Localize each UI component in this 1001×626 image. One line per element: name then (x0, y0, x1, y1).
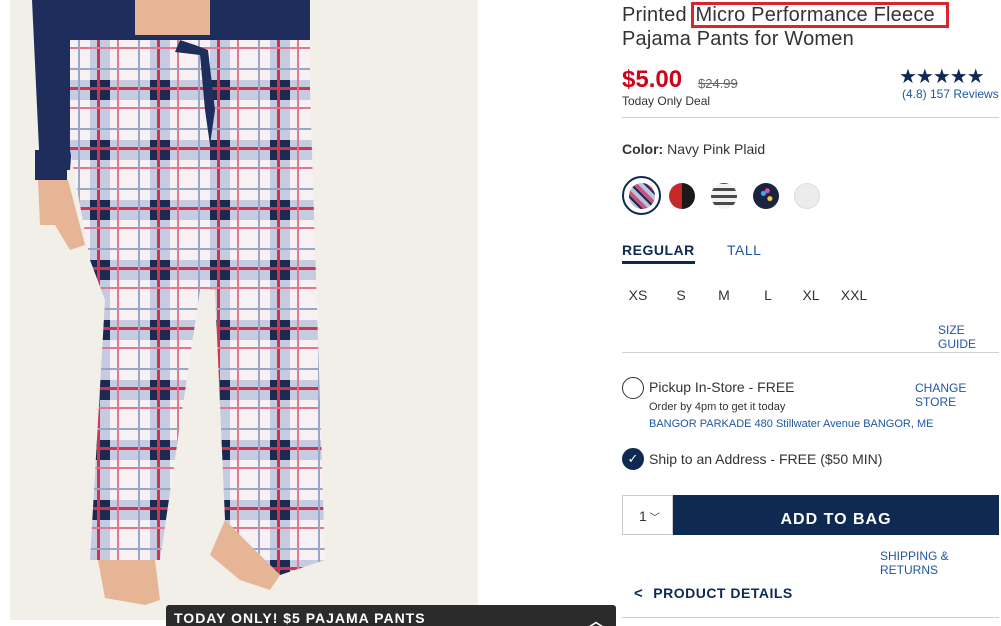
size-option-xl[interactable]: XL (796, 287, 826, 303)
add-to-bag-button[interactable]: ADD TO BAG (673, 495, 999, 535)
chevron-up-icon[interactable]: ︿ (589, 611, 604, 626)
pickup-label[interactable]: Pickup In-Store - FREE (649, 379, 795, 395)
product-title-line2: Pajama Pants for Women (622, 28, 854, 50)
product-image[interactable] (10, 0, 478, 620)
pajama-model-illustration (10, 0, 478, 620)
swatch-white-snow[interactable] (794, 183, 820, 209)
color-selection: Color: Navy Pink Plaid (622, 141, 765, 157)
swatch-fair-isle[interactable] (711, 183, 737, 209)
swatch-navy-pink-plaid[interactable] (629, 183, 655, 209)
color-value: Navy Pink Plaid (667, 141, 766, 157)
promo-text: TODAY ONLY! $5 PAJAMA PANTS (174, 610, 426, 626)
promo-bar[interactable]: TODAY ONLY! $5 PAJAMA PANTS ︿ (166, 605, 616, 626)
color-label: Color: (622, 141, 664, 157)
size-option-l[interactable]: L (753, 287, 783, 303)
size-option-m[interactable]: M (709, 287, 739, 303)
size-guide-link[interactable]: SIZE GUIDE (938, 323, 1001, 351)
tab-tall[interactable]: TALL (727, 242, 761, 258)
swatch-navy-dots[interactable] (753, 183, 779, 209)
product-details-toggle[interactable]: < PRODUCT DETAILS (634, 585, 793, 602)
shipping-returns-link[interactable]: SHIPPING & RETURNS (880, 549, 1001, 577)
sale-price: $5.00 (622, 66, 683, 93)
title-prefix: Printed (622, 4, 693, 26)
ship-radio-checked[interactable]: ✓ (622, 448, 644, 470)
divider (622, 617, 999, 618)
quantity-select[interactable]: 1 ﹀ (622, 495, 673, 535)
deal-text: Today Only Deal (622, 94, 711, 108)
divider (622, 117, 999, 118)
divider (622, 352, 999, 353)
chevron-left-icon: < (634, 585, 644, 602)
product-title-line1: Printed Micro Performance Fleece (622, 2, 949, 28)
tab-regular[interactable]: REGULAR (622, 242, 695, 264)
rating-stars-icon[interactable]: ★★★★★ (899, 64, 985, 89)
order-by-text: Order by 4pm to get it today (649, 401, 786, 413)
size-option-s[interactable]: S (666, 287, 696, 303)
product-details-label: PRODUCT DETAILS (653, 585, 793, 601)
reviews-link[interactable]: (4.8) 157 Reviews (902, 87, 999, 101)
original-price: $24.99 (698, 76, 738, 91)
pickup-radio[interactable] (622, 377, 644, 399)
change-store-link[interactable]: CHANGE STORE (915, 381, 1001, 409)
swatch-red-black-plaid[interactable] (669, 183, 695, 209)
title-highlight: Micro Performance Fleece (690, 2, 949, 28)
quantity-value: 1 (639, 508, 647, 524)
store-address-link[interactable]: BANGOR PARKADE 480 Stillwater Avenue BAN… (649, 418, 933, 430)
size-option-xs[interactable]: XS (623, 287, 653, 303)
chevron-down-icon: ﹀ (649, 513, 660, 524)
checkmark-icon: ✓ (627, 451, 639, 466)
size-option-xxl[interactable]: XXL (839, 287, 869, 303)
ship-label[interactable]: Ship to an Address - FREE ($50 MIN) (649, 451, 882, 467)
